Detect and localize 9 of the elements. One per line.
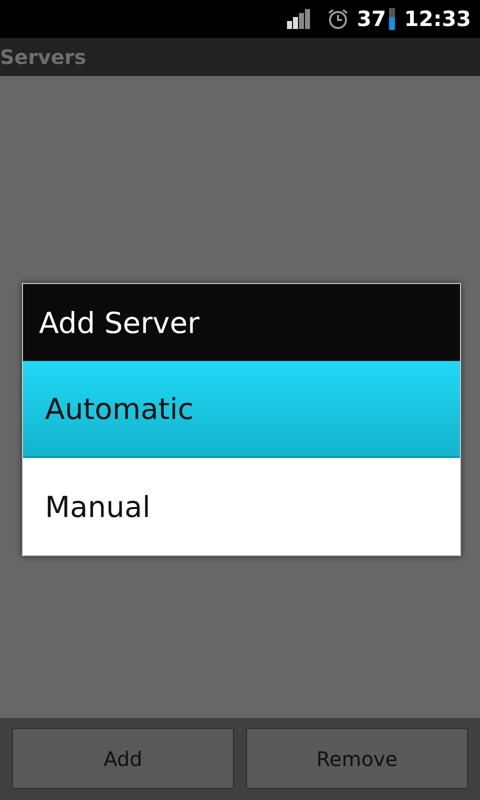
- signal-icon: [286, 9, 311, 29]
- battery-icon: [389, 8, 396, 30]
- battery-percentage: 37: [356, 7, 386, 31]
- dialog-title: Add Server: [39, 306, 200, 340]
- app-title: Servers: [0, 45, 86, 69]
- alarm-clock-icon: [326, 8, 349, 30]
- clock-time: 12:33: [404, 7, 471, 31]
- dialog-option[interactable]: Manual: [23, 458, 460, 555]
- dialog-option[interactable]: Automatic: [23, 361, 460, 458]
